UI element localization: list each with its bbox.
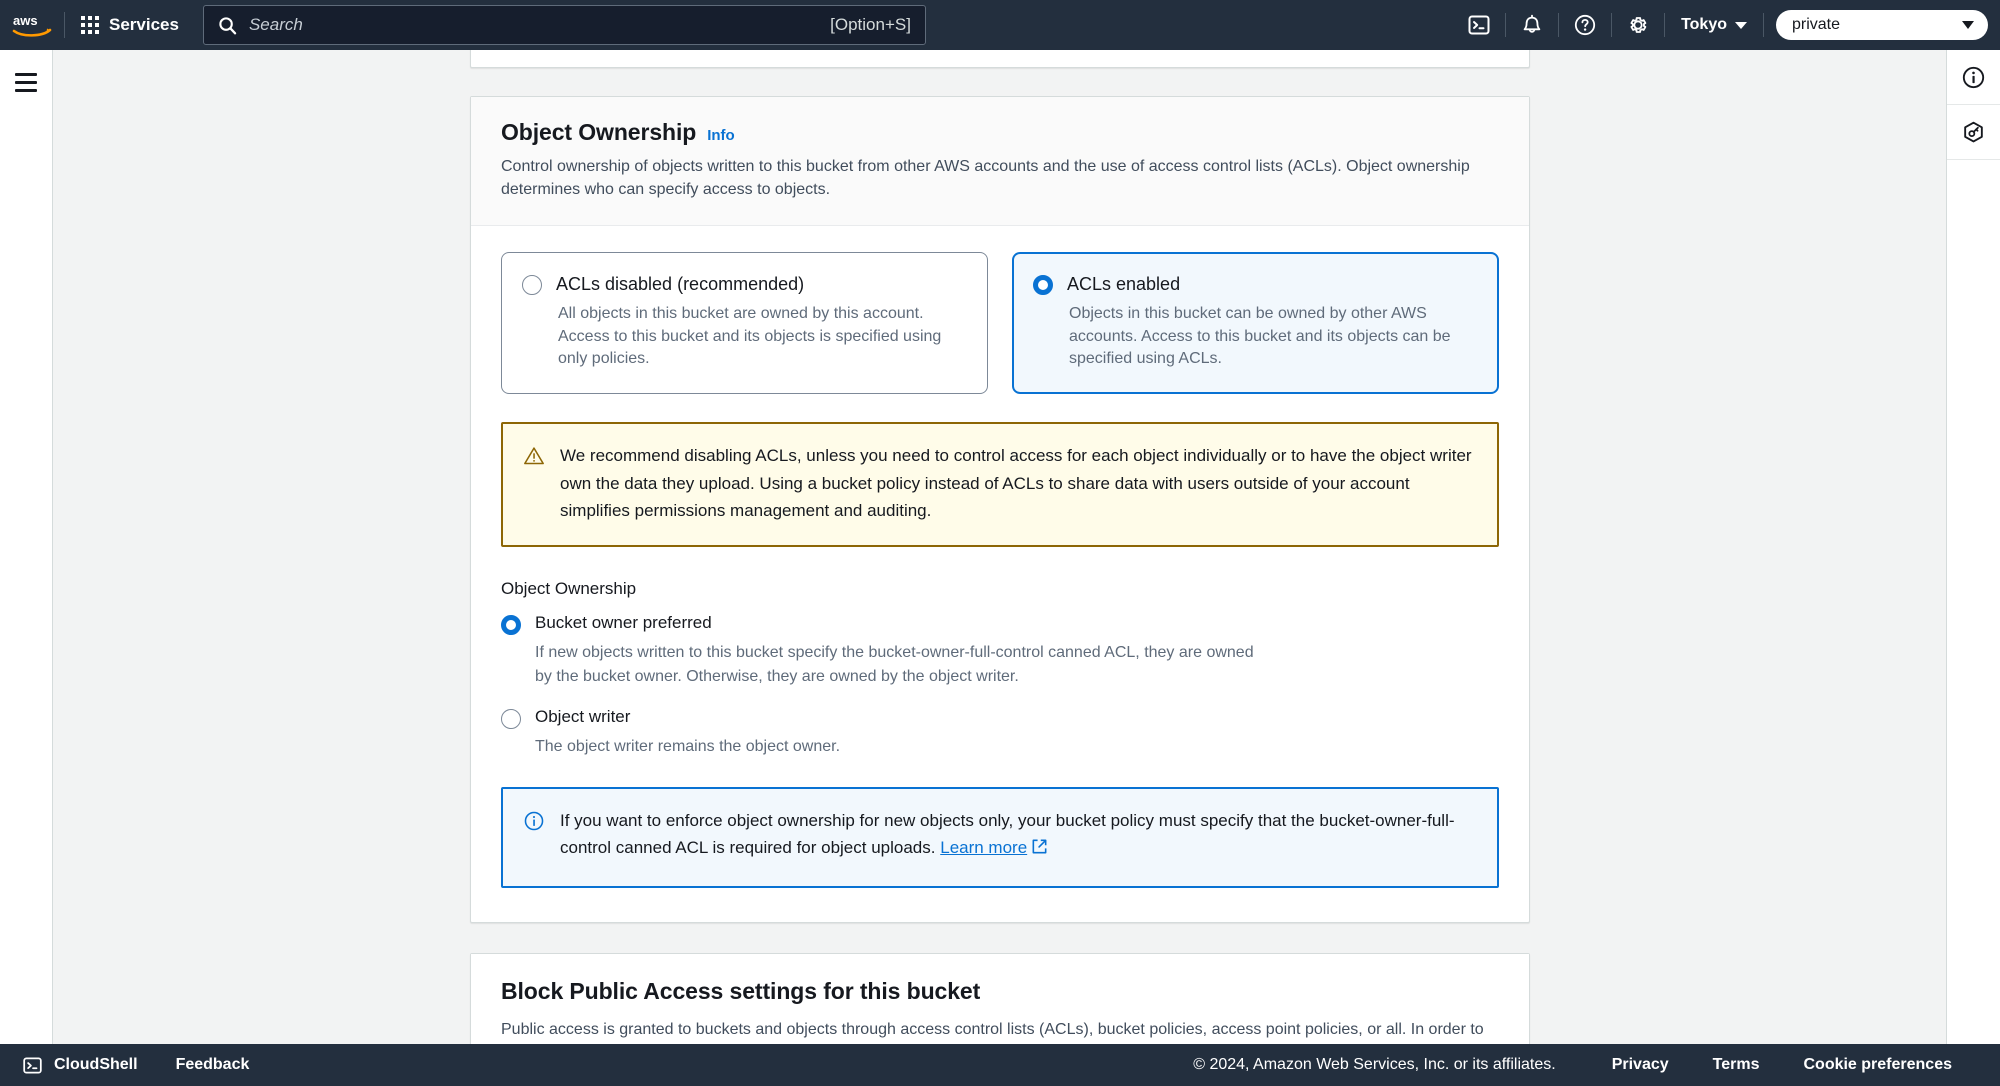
tile-row: ACLs enabled bbox=[1033, 273, 1476, 296]
gear-icon bbox=[1630, 17, 1647, 33]
tile-row: ACLs disabled (recommended) bbox=[522, 273, 965, 296]
radio-line[interactable]: Object writer bbox=[501, 707, 1499, 729]
region-selector[interactable]: Tokyo bbox=[1665, 0, 1763, 50]
tile-acls-enabled[interactable]: ACLs enabled Objects in this bucket can … bbox=[1012, 252, 1499, 395]
main-content-scroll-region[interactable]: Format: s3://bucket/prefix Object Owners… bbox=[54, 50, 1946, 1056]
hamburger-bar bbox=[15, 72, 37, 76]
info-circle-icon bbox=[524, 811, 544, 830]
chevron-down-icon bbox=[1962, 21, 1974, 29]
search-shortcut-hint: [Option+S] bbox=[830, 15, 911, 34]
question-circle-icon bbox=[1574, 14, 1596, 36]
footer-left-cluster: CloudShell Feedback bbox=[0, 1044, 269, 1086]
help-panel-button[interactable] bbox=[1947, 50, 2000, 105]
previous-card-partial: Format: s3://bucket/prefix bbox=[470, 50, 1530, 68]
search-icon bbox=[219, 16, 237, 34]
services-label: Services bbox=[109, 15, 179, 34]
radio-label: Bucket owner preferred bbox=[535, 612, 712, 632]
block-public-access-header: Block Public Access settings for this bu… bbox=[471, 953, 1529, 1056]
block-public-access-card: Block Public Access settings for this bu… bbox=[470, 952, 1530, 1056]
feedback-button[interactable]: Feedback bbox=[156, 1044, 270, 1086]
cloudshell-label: CloudShell bbox=[54, 1056, 138, 1073]
right-help-rail bbox=[1946, 50, 2000, 1086]
object-ownership-card-body: ACLs disabled (recommended) All objects … bbox=[471, 226, 1529, 921]
account-selector[interactable]: private bbox=[1776, 10, 1988, 40]
region-label: Tokyo bbox=[1681, 16, 1727, 33]
global-search-box[interactable]: [Option+S] bbox=[202, 5, 926, 45]
nav-divider bbox=[1763, 13, 1764, 37]
acl-warning-alert: We recommend disabling ACLs, unless you … bbox=[501, 422, 1499, 547]
svg-text:aws: aws bbox=[13, 13, 38, 28]
object-ownership-info-text: If you want to enforce object ownership … bbox=[560, 807, 1475, 864]
warning-triangle-icon bbox=[524, 447, 544, 465]
help-button[interactable] bbox=[1559, 0, 1611, 50]
page-title: Object Ownership bbox=[501, 119, 697, 145]
search-input[interactable] bbox=[248, 15, 831, 35]
nav-right-cluster: Tokyo private bbox=[1453, 0, 2000, 50]
hamburger-bar bbox=[15, 88, 37, 92]
feedback-label: Feedback bbox=[175, 1056, 250, 1073]
object-ownership-card: Object Ownership Info Control ownership … bbox=[470, 96, 1530, 923]
settings-button[interactable] bbox=[1612, 0, 1664, 50]
radio-description: If new objects written to this bucket sp… bbox=[535, 643, 1254, 685]
tile-label: ACLs enabled bbox=[1067, 274, 1181, 295]
copyright-text: © 2024, Amazon Web Services, Inc. or its… bbox=[1193, 1056, 1556, 1073]
hamburger-bar bbox=[15, 80, 37, 84]
page-content: Format: s3://bucket/prefix Object Owners… bbox=[54, 50, 1946, 1056]
radio-item-object-writer[interactable]: Object writer The object writer remains … bbox=[501, 707, 1499, 759]
radio-acls-enabled[interactable] bbox=[1033, 275, 1053, 296]
cloudshell-icon bbox=[23, 1056, 42, 1074]
aws-logo[interactable]: aws bbox=[0, 0, 64, 50]
cloudshell-icon bbox=[1468, 15, 1490, 35]
sidebar-toggle-button[interactable] bbox=[8, 64, 44, 100]
radio-object-writer[interactable] bbox=[501, 708, 521, 729]
info-circle-icon bbox=[1962, 66, 1985, 88]
cookie-preferences-link[interactable]: Cookie preferences bbox=[1781, 1056, 1974, 1074]
terms-link[interactable]: Terms bbox=[1691, 1056, 1782, 1074]
radio-item-bucket-owner-preferred[interactable]: Bucket owner preferred If new objects wr… bbox=[501, 613, 1499, 689]
external-link-icon bbox=[1031, 836, 1048, 864]
tile-acls-disabled[interactable]: ACLs disabled (recommended) All objects … bbox=[501, 252, 988, 395]
tile-description: All objects in this bucket are owned by … bbox=[558, 304, 942, 368]
notifications-button[interactable] bbox=[1506, 0, 1558, 50]
object-ownership-card-header: Object Ownership Info Control ownership … bbox=[471, 97, 1529, 227]
radio-line[interactable]: Bucket owner preferred bbox=[501, 613, 1499, 635]
account-label: private bbox=[1792, 16, 1841, 33]
acl-warning-text: We recommend disabling ACLs, unless you … bbox=[560, 446, 1472, 521]
privacy-link[interactable]: Privacy bbox=[1590, 1056, 1691, 1074]
grid-icon bbox=[81, 16, 99, 34]
tile-description: Objects in this bucket can be owned by o… bbox=[1069, 304, 1451, 368]
tile-label: ACLs disabled (recommended) bbox=[556, 274, 805, 295]
card-title-row: Object Ownership Info bbox=[501, 119, 1499, 146]
footer-bar: CloudShell Feedback © 2024, Amazon Web S… bbox=[0, 1044, 2000, 1086]
info-link[interactable]: Info bbox=[707, 127, 735, 144]
radio-label: Object writer bbox=[535, 706, 631, 726]
object-ownership-description: Control ownership of objects written to … bbox=[501, 158, 1470, 199]
left-navigation-rail bbox=[0, 50, 53, 1086]
footer-right-cluster: © 2024, Amazon Web Services, Inc. or its… bbox=[1193, 1056, 2000, 1074]
security-panel-button[interactable] bbox=[1947, 105, 2000, 160]
security-key-icon bbox=[1964, 121, 1983, 142]
cloudshell-footer-button[interactable]: CloudShell bbox=[0, 1044, 156, 1086]
radio-acls-disabled[interactable] bbox=[522, 275, 542, 296]
services-menu-button[interactable]: Services bbox=[65, 0, 193, 50]
acl-tile-group: ACLs disabled (recommended) All objects … bbox=[501, 252, 1499, 395]
cloudshell-button[interactable] bbox=[1453, 0, 1505, 50]
chevron-down-icon bbox=[1735, 21, 1747, 29]
radio-description: The object writer remains the object own… bbox=[535, 737, 841, 755]
object-ownership-field-label: Object Ownership bbox=[501, 578, 637, 598]
learn-more-link[interactable]: Learn more bbox=[940, 838, 1027, 857]
radio-bucket-owner-preferred[interactable] bbox=[501, 614, 521, 635]
block-public-access-title: Block Public Access settings for this bu… bbox=[501, 977, 981, 1004]
object-ownership-info-box: If you want to enforce object ownership … bbox=[501, 786, 1499, 888]
top-navigation-bar: aws Services [Option+S] bbox=[0, 0, 2000, 50]
bell-icon bbox=[1523, 14, 1541, 33]
